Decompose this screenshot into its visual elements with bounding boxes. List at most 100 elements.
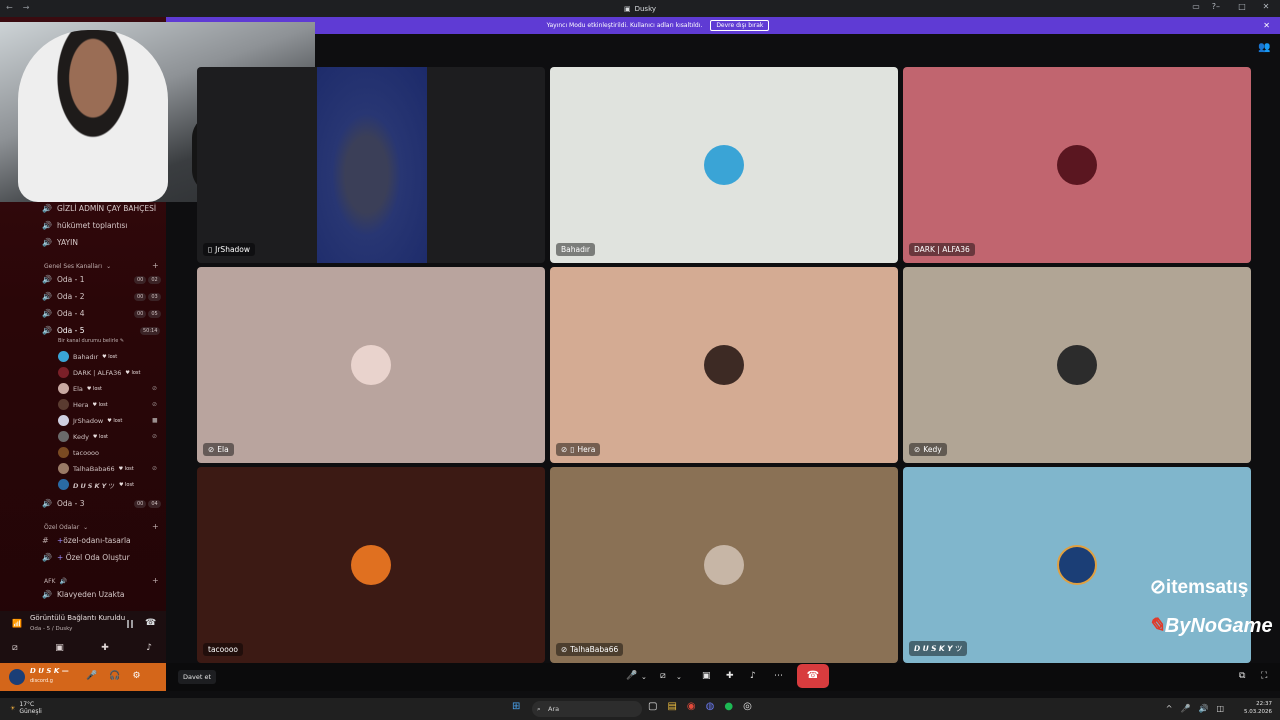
popout-icon[interactable]: ⧉ — [1239, 671, 1245, 681]
voice-member[interactable]: TalhaBaba66 ♥ lost ⊘ — [58, 463, 157, 474]
back-arrow-icon[interactable]: ← — [6, 3, 13, 12]
video-tile-ela[interactable]: ⊘ Ela — [197, 267, 545, 463]
invite-button[interactable]: Davet et — [178, 670, 216, 684]
voice-member[interactable]: Bahadır ♥ lost — [58, 351, 117, 362]
connection-channel[interactable]: Oda - 5 / Dusky — [30, 626, 72, 632]
app-icon[interactable]: ◎ — [743, 701, 752, 712]
hash-icon: # — [42, 536, 49, 545]
category-ozel-odalar[interactable]: Özel Odalar ⌄ + — [44, 522, 159, 531]
maximize-icon[interactable]: □ — [1236, 2, 1248, 11]
windows-start-icon[interactable]: ⊞ — [512, 701, 520, 712]
headphones-icon[interactable]: 🎧 — [109, 671, 120, 681]
mic-tray-icon[interactable]: 🎤 — [1181, 704, 1191, 713]
taskbar-search[interactable]: ⌕ Ara — [532, 701, 642, 717]
voice-channel-oda-2[interactable]: 🔊 Oda - 2 00 03 — [42, 292, 161, 301]
phone-icon: ▯ — [208, 245, 213, 254]
voice-member[interactable]: tacoooo — [58, 447, 99, 458]
close-icon[interactable]: ✕ — [1260, 2, 1272, 11]
speaker-icon: 🔊 — [42, 204, 52, 213]
soundboard-icon[interactable]: ♪ — [146, 643, 152, 653]
task-view-icon[interactable]: ▢ — [648, 701, 657, 712]
network-icon[interactable]: ◫ — [1216, 704, 1224, 713]
settings-gear-icon[interactable]: ⚙ — [132, 671, 140, 681]
tile-name-label: ⊘ Ela — [203, 443, 234, 456]
voice-channel-oda-5[interactable]: 🔊 Oda - 5 50:14 — [42, 326, 161, 335]
voice-member[interactable]: Ela ♥ lost ⊘ — [58, 383, 157, 394]
muted-mic-icon: ⊘ — [208, 445, 215, 454]
volume-icon[interactable]: 🔊 — [1198, 704, 1208, 713]
sponsor-logo-bynogame: ✎ByNoGame — [1148, 615, 1273, 637]
disconnect-call-button[interactable]: ☎ — [797, 664, 829, 688]
webcam-person — [18, 30, 168, 202]
video-tile-hera[interactable]: ⊘ ▯ Hera — [550, 267, 898, 463]
member-name: 𝘿 𝙐 𝙎 𝙆 𝙔 ツ — [73, 481, 115, 490]
channel-yayin[interactable]: 🔊 YAYIN — [42, 238, 78, 247]
connection-status[interactable]: Görüntülü Bağlantı Kuruldu — [30, 614, 125, 622]
inbox-icon[interactable]: ▭ — [1192, 2, 1200, 11]
microphone-icon[interactable]: 🎤 — [626, 671, 637, 681]
temperature: 17°C — [19, 701, 35, 708]
voice-member[interactable]: Hera ♥ lost ⊘ — [58, 399, 157, 410]
screen-share-icon[interactable]: ▣ — [702, 671, 711, 681]
spotify-icon[interactable]: ● — [724, 701, 733, 712]
add-channel-icon[interactable]: + — [152, 576, 159, 585]
channel-status-setter[interactable]: Bir kanal durumu belirle ✎ — [58, 338, 124, 344]
user-avatar[interactable] — [9, 669, 25, 685]
chrome-icon[interactable]: ◉ — [687, 701, 696, 712]
video-tile-bahadir[interactable]: Bahadır — [550, 67, 898, 263]
disable-streamer-mode-button[interactable]: Devre dışı bırak — [710, 20, 770, 31]
minimize-icon[interactable]: – — [1212, 2, 1224, 11]
voice-channel-oda-3[interactable]: 🔊 Oda - 3 00 04 — [42, 499, 161, 508]
member-list-icon[interactable]: 👥 — [1258, 42, 1270, 53]
voice-member[interactable]: Kedy ♥ lost ⊘ — [58, 431, 157, 442]
taskbar-clock[interactable]: 22:37 5.03.2026 — [1244, 700, 1272, 716]
add-channel-icon[interactable]: + — [152, 261, 159, 270]
speaker-icon: 🔊 — [42, 590, 52, 599]
sponsor-logo-itemsatis: ⊘itemsatış — [1150, 577, 1249, 598]
microphone-icon[interactable]: 🎤 — [86, 671, 97, 681]
activity-icon[interactable]: ✚ — [101, 643, 109, 653]
video-tile-jrshadow[interactable]: ▯ JrShadow — [197, 67, 545, 263]
voice-channel-oda-1[interactable]: 🔊 Oda - 1 00 02 — [42, 275, 161, 284]
video-tile-talhababa66[interactable]: ⊘ TalhaBaba66 — [550, 467, 898, 663]
voice-member[interactable]: DARK | ALFA36 ♥ lost — [58, 367, 140, 378]
member-tag: ♥ lost — [118, 465, 134, 472]
user-name[interactable]: 𝘿 𝙐 𝙎 𝙆 — — [30, 667, 69, 675]
chevron-up-icon[interactable]: ^ — [1166, 704, 1173, 713]
screen-share-icon[interactable]: ▣ — [55, 643, 64, 653]
fullscreen-icon[interactable]: ⛶ — [1261, 671, 1267, 681]
mic-options-chevron-icon[interactable]: ⌄ — [641, 673, 647, 681]
speaker-icon: 🔊 — [42, 238, 52, 247]
category-afk[interactable]: AFK 🔊 + — [44, 576, 159, 585]
banner-close-icon[interactable]: ✕ — [1263, 21, 1270, 30]
discord-icon[interactable]: ◍ — [706, 701, 715, 712]
camera-off-icon[interactable]: ⧄ — [12, 643, 18, 653]
camera-off-icon[interactable]: ⧄ — [660, 671, 666, 681]
text-channel-ozel-odani-tasarla[interactable]: # +özel-odanı-tasarla — [42, 536, 131, 545]
disconnect-icon[interactable]: ☎ — [145, 618, 156, 628]
soundboard-icon[interactable]: ♪ — [750, 671, 756, 681]
video-tile-kedy[interactable]: ⊘ Kedy — [903, 267, 1251, 463]
channel-gizli-admin[interactable]: 🔊 GİZLİ ADMİN ÇAY BAHÇESİ — [42, 204, 156, 213]
video-tile-tacoooo[interactable]: tacoooo — [197, 467, 545, 663]
channel-hukumet[interactable]: 🔊 hükümet toplantısı — [42, 221, 127, 230]
avatar — [58, 383, 69, 394]
file-explorer-icon[interactable]: ▤ — [667, 701, 676, 712]
user-count-badge: 00 — [134, 309, 147, 318]
category-genel-ses[interactable]: Genel Ses Kanalları ⌄ + — [44, 261, 159, 270]
add-channel-icon[interactable]: + — [152, 522, 159, 531]
voice-channel-klavyeden-uzakta[interactable]: 🔊 Klavyeden Uzakta — [42, 590, 125, 599]
member-name: Bahadır — [73, 352, 99, 361]
noise-suppression-icon[interactable]: ‖‖ — [126, 619, 134, 628]
activity-icon[interactable]: ✚ — [726, 671, 734, 681]
camera-options-chevron-icon[interactable]: ⌄ — [676, 673, 682, 681]
video-tile-dark-alfa36[interactable]: DARK | ALFA36 — [903, 67, 1251, 263]
more-options-icon[interactable]: ⋯ — [774, 671, 783, 681]
voice-channel-ozel-oda-olustur[interactable]: 🔊 + Özel Oda Oluştur — [42, 553, 130, 562]
voice-member[interactable]: JrShadow ♥ lost ■ — [58, 415, 158, 426]
weather-widget[interactable]: ☀ 17°C Güneşli — [10, 701, 42, 715]
member-tag: ♥ lost — [92, 433, 109, 440]
voice-member[interactable]: 𝘿 𝙐 𝙎 𝙆 𝙔 ツ ♥ lost — [58, 479, 134, 490]
forward-arrow-icon[interactable]: → — [23, 3, 30, 12]
voice-channel-oda-4[interactable]: 🔊 Oda - 4 00 05 — [42, 309, 161, 318]
